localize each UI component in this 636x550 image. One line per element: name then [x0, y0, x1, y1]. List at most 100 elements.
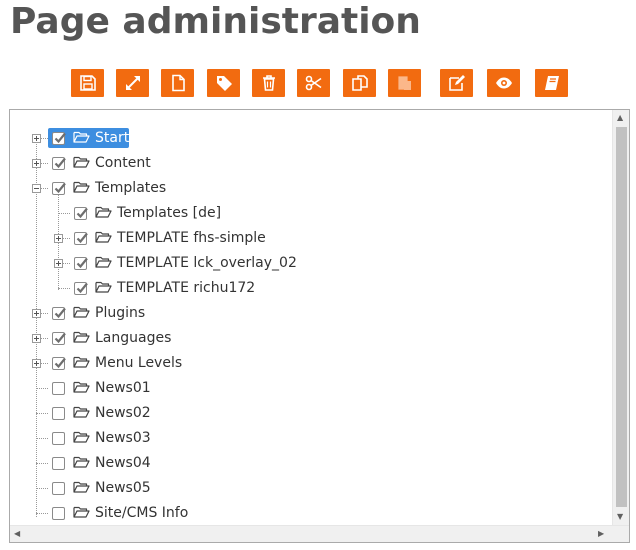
tree-branch-line: [58, 288, 70, 289]
tree-node-label[interactable]: News03: [95, 429, 151, 447]
checkmark-icon: [54, 357, 66, 369]
expand-node-icon[interactable]: [54, 234, 63, 243]
folder-open-icon: [95, 231, 112, 243]
tree-node-label[interactable]: News01: [95, 379, 151, 397]
node-checkbox[interactable]: [52, 382, 65, 395]
expand-node-icon[interactable]: [32, 334, 41, 343]
trash-icon: [262, 75, 275, 91]
collapse-node-icon[interactable]: [32, 184, 41, 193]
paste-icon: [397, 76, 411, 90]
vertical-scroll-thumb[interactable]: [616, 127, 627, 507]
node-checkbox[interactable]: [52, 332, 66, 345]
tree-node-label[interactable]: News05: [95, 479, 151, 497]
node-checkbox[interactable]: [52, 432, 65, 445]
folder-open-icon: [73, 406, 90, 418]
checkmark-icon: [76, 257, 88, 269]
folder-open-icon: [73, 456, 90, 468]
edit-icon: [448, 75, 465, 91]
tree-branch-line: [36, 488, 48, 489]
tree-branch-line: [36, 413, 48, 414]
scroll-down-icon[interactable]: ▼: [617, 513, 623, 521]
tree-branch-line: [36, 388, 48, 389]
horizontal-scrollbar[interactable]: ◀ ▶: [10, 525, 629, 542]
node-checkbox[interactable]: [52, 157, 66, 170]
cut-button[interactable]: [297, 69, 330, 97]
tag-icon: [216, 76, 232, 91]
scroll-up-icon[interactable]: ▲: [617, 114, 623, 122]
expand-node-icon[interactable]: [54, 259, 63, 268]
page-tree[interactable]: Start Content Templates Templates [de] TEMPL…: [9, 109, 630, 543]
tree-node-label[interactable]: News02: [95, 404, 151, 422]
tree-branch-line: [36, 463, 48, 464]
folder-open-icon: [95, 281, 112, 293]
new-page-button[interactable]: [161, 69, 194, 97]
scroll-left-icon[interactable]: ◀: [14, 530, 20, 538]
save-icon: [79, 75, 96, 91]
checkmark-icon: [54, 307, 66, 319]
folder-open-icon: [73, 181, 90, 193]
tree-node-label[interactable]: TEMPLATE lck_overlay_02: [117, 254, 297, 272]
book-icon: [544, 76, 559, 90]
node-checkbox[interactable]: [52, 357, 66, 370]
node-checkbox[interactable]: [52, 507, 65, 520]
tree-node-label[interactable]: Site/CMS Info: [95, 504, 188, 522]
node-checkbox[interactable]: [74, 232, 88, 245]
tree-branch-line: [36, 513, 48, 514]
node-checkbox[interactable]: [52, 482, 65, 495]
folder-open-icon: [73, 131, 90, 143]
expand-icon: [125, 76, 140, 90]
node-checkbox[interactable]: [52, 182, 66, 195]
new-page-icon: [171, 74, 185, 92]
folder-open-icon: [73, 431, 90, 443]
save-button[interactable]: [71, 69, 104, 97]
paste-button[interactable]: [388, 69, 421, 97]
delete-button[interactable]: [252, 69, 285, 97]
tree-guide-line: [36, 142, 37, 517]
expand-node-icon[interactable]: [32, 359, 41, 368]
folder-open-icon: [73, 331, 90, 343]
node-checkbox[interactable]: [74, 257, 88, 270]
tree-node-label[interactable]: Templates: [95, 179, 166, 197]
scissors-icon: [305, 75, 321, 91]
expand-node-icon[interactable]: [32, 134, 41, 143]
tree-node-label[interactable]: Plugins: [95, 304, 145, 322]
copy-button[interactable]: [343, 69, 376, 97]
tree-branch-line: [36, 438, 48, 439]
copy-icon: [351, 75, 368, 91]
preview-button[interactable]: [487, 69, 520, 97]
checkmark-icon: [76, 232, 88, 244]
tree-branch-line: [58, 213, 70, 214]
node-checkbox[interactable]: [52, 132, 66, 145]
tree-node-label[interactable]: Start: [95, 129, 129, 147]
checkmark-icon: [54, 182, 66, 194]
checkmark-icon: [54, 332, 66, 344]
edit-button[interactable]: [440, 69, 473, 97]
expand-node-icon[interactable]: [32, 309, 41, 318]
node-checkbox[interactable]: [52, 307, 66, 320]
expand-node-icon[interactable]: [32, 159, 41, 168]
tree-node-label[interactable]: Menu Levels: [95, 354, 182, 372]
folder-open-icon: [73, 481, 90, 493]
toolbar: [71, 69, 571, 97]
tree-node-label[interactable]: TEMPLATE richu172: [117, 279, 255, 297]
node-checkbox[interactable]: [74, 207, 88, 220]
scroll-right-icon[interactable]: ▶: [598, 530, 604, 538]
tag-button[interactable]: [207, 69, 240, 97]
checkmark-icon: [76, 282, 88, 294]
folder-open-icon: [95, 206, 112, 218]
tree-node-label[interactable]: News04: [95, 454, 151, 472]
tree-node-label[interactable]: TEMPLATE fhs-simple: [117, 229, 266, 247]
vertical-scrollbar[interactable]: ▲ ▼: [612, 110, 629, 526]
folder-open-icon: [73, 356, 90, 368]
node-checkbox[interactable]: [52, 457, 65, 470]
node-checkbox[interactable]: [52, 407, 65, 420]
expand-button[interactable]: [116, 69, 149, 97]
tree-node-label[interactable]: Templates [de]: [117, 204, 221, 222]
page-title: Page administration: [10, 1, 421, 42]
node-checkbox[interactable]: [74, 282, 88, 295]
book-button[interactable]: [535, 69, 568, 97]
checkmark-icon: [76, 207, 88, 219]
tree-node-label[interactable]: Content: [95, 154, 151, 172]
tree-node-label[interactable]: Languages: [95, 329, 171, 347]
folder-open-icon: [73, 306, 90, 318]
